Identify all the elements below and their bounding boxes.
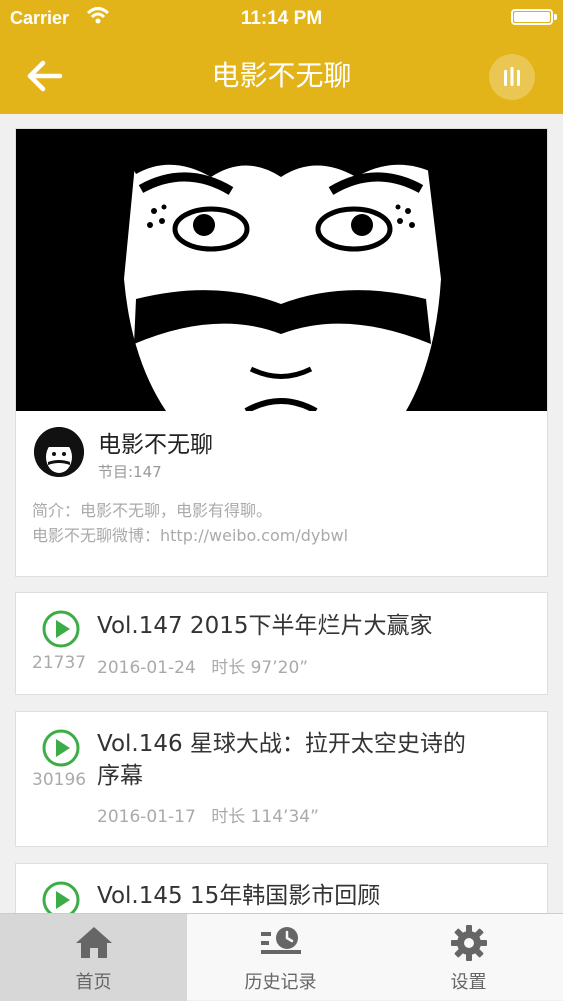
now-playing-button[interactable]	[489, 54, 535, 100]
episode-duration: 时长 114’34”	[211, 807, 319, 827]
page-title: 电影不无聊	[211, 59, 352, 92]
episode-card[interactable]: Vol.146 星球大战：拉开太空史诗的 序幕 30196 2016-01-17…	[15, 711, 548, 847]
podcast-intro: 简介：电影不无聊，电影有得聊。	[32, 501, 273, 520]
episode-play-count: 21737	[32, 653, 87, 673]
status-bar: Carrier 11:14 PM	[0, 0, 563, 40]
podcast-name: 电影不无聊	[98, 432, 213, 458]
episode-title: Vol.147 2015下半年烂片大赢家	[97, 613, 433, 639]
status-time: 11:14 PM	[240, 8, 323, 29]
episode-play-count: 30196	[32, 770, 87, 790]
nav-bar: 电影不无聊	[0, 40, 563, 114]
battery-icon	[511, 9, 557, 25]
episode-meta: 2016-01-17 时长 114’34”	[97, 802, 319, 827]
episode-date: 2016-01-17	[97, 807, 196, 827]
episode-title-line1: Vol.146 星球大战：拉开太空史诗的	[97, 731, 466, 757]
podcast-weibo-link[interactable]: 电影不无聊微博：http://weibo.com/dybwl	[32, 522, 348, 546]
episode-duration: 时长 97’20”	[211, 658, 309, 678]
episode-meta: 2016-01-24 时长 97’20”	[97, 653, 308, 678]
episode-title-line2: 序幕	[97, 763, 143, 789]
podcast-episode-count: 节目:147	[98, 463, 162, 481]
play-icon	[42, 729, 80, 767]
tab-home[interactable]: 首页	[0, 914, 187, 1001]
tab-history-label: 历史记录	[244, 972, 317, 993]
home-icon	[75, 927, 112, 958]
tab-history[interactable]: 历史记录	[187, 914, 374, 1001]
tab-home-label: 首页	[75, 972, 112, 993]
episode-card[interactable]: Vol.147 2015下半年烂片大赢家 21737 2016-01-24 时长…	[15, 592, 548, 695]
history-icon	[260, 927, 301, 954]
equalizer-icon	[504, 67, 520, 86]
header-bar: Carrier 11:14 PM 电影不无聊	[0, 0, 563, 114]
tab-settings-label: 设置	[450, 972, 487, 993]
podcast-info-card: 电影不无聊 节目:147 简介：电影不无聊，电影有得聊。 电影不无聊微博：htt…	[15, 128, 548, 577]
episode-date: 2016-01-24	[97, 658, 196, 678]
podcast-avatar	[34, 427, 84, 477]
gear-icon	[450, 925, 487, 961]
tab-settings[interactable]: 设置	[375, 914, 562, 1001]
podcast-cover-image	[16, 129, 547, 411]
tab-bar: 首页 历史记录 设置	[0, 913, 563, 1001]
play-icon	[42, 610, 80, 648]
episode-title: Vol.145 15年韩国影市回顾	[97, 883, 381, 909]
